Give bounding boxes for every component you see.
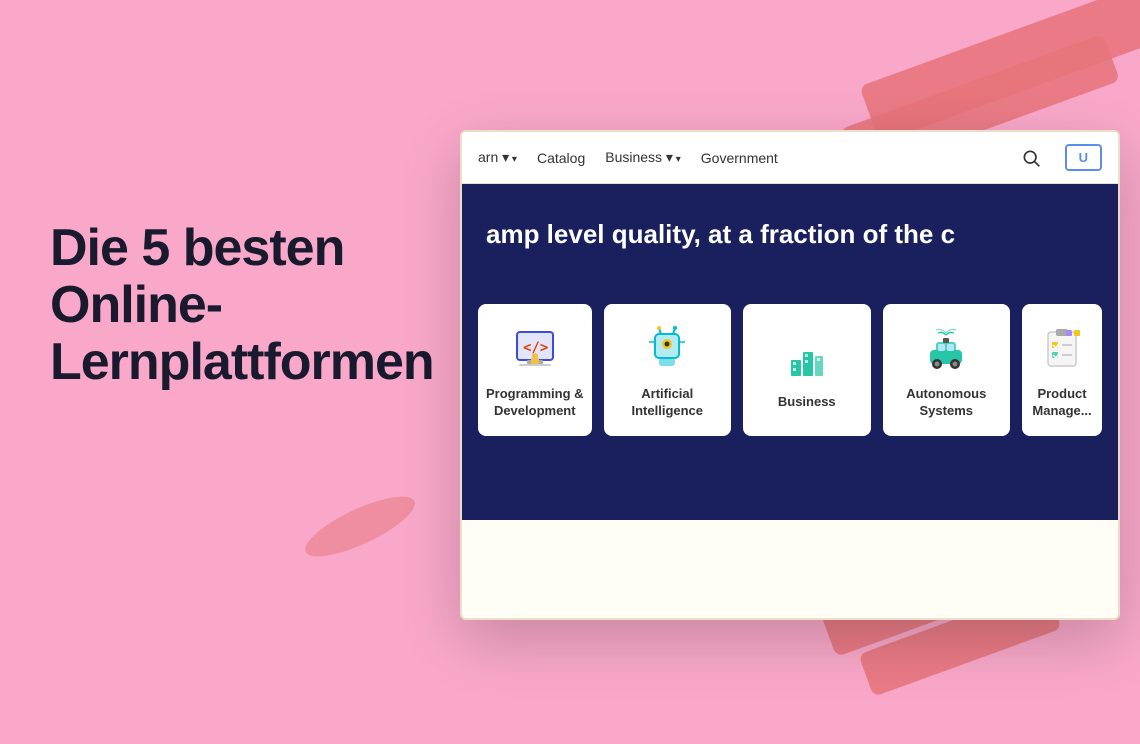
business-icon: [779, 328, 835, 384]
page-title: Die 5 besten Online-Lernplattformen: [50, 220, 430, 392]
autonomous-icon: [918, 320, 974, 376]
browser-mockup: arn ▾ Catalog Business ▾ Government U am…: [460, 130, 1120, 620]
left-text-area: Die 5 besten Online-Lernplattformen: [50, 220, 430, 392]
hero-text: amp level quality, at a fraction of the …: [486, 219, 955, 250]
product-icon: [1034, 320, 1090, 376]
card-programming[interactable]: </> Programming &Development: [478, 304, 592, 436]
navbar: arn ▾ Catalog Business ▾ Government U: [462, 132, 1118, 184]
card-programming-label: Programming &Development: [486, 386, 584, 420]
programming-icon: </>: [507, 320, 563, 376]
nav-item-learn[interactable]: arn ▾: [478, 149, 517, 166]
card-autonomous-label: AutonomousSystems: [906, 386, 986, 420]
decorative-stripe-1: [859, 0, 1140, 143]
ai-icon: [639, 320, 695, 376]
search-icon: [1021, 148, 1041, 168]
card-product-label: ProductManage...: [1032, 386, 1091, 420]
nav-item-business[interactable]: Business ▾: [605, 149, 681, 166]
search-button[interactable]: [1017, 144, 1045, 172]
nav-item-government[interactable]: Government: [701, 150, 778, 166]
category-cards-section: </> Programming &Development: [462, 284, 1118, 460]
card-ai[interactable]: ArtificialIntelligence: [604, 304, 732, 436]
card-business[interactable]: Business: [743, 304, 871, 436]
card-autonomous[interactable]: AutonomousSystems: [883, 304, 1011, 436]
hero-banner: amp level quality, at a fraction of the …: [462, 184, 1118, 284]
nav-item-catalog[interactable]: Catalog: [537, 150, 585, 166]
decorative-stripe-5: [298, 485, 422, 567]
card-ai-label: ArtificialIntelligence: [632, 386, 704, 420]
signup-button[interactable]: U: [1065, 144, 1102, 171]
bottom-section: [462, 460, 1118, 520]
card-product[interactable]: ProductManage...: [1022, 304, 1102, 436]
card-business-label: Business: [778, 394, 836, 411]
